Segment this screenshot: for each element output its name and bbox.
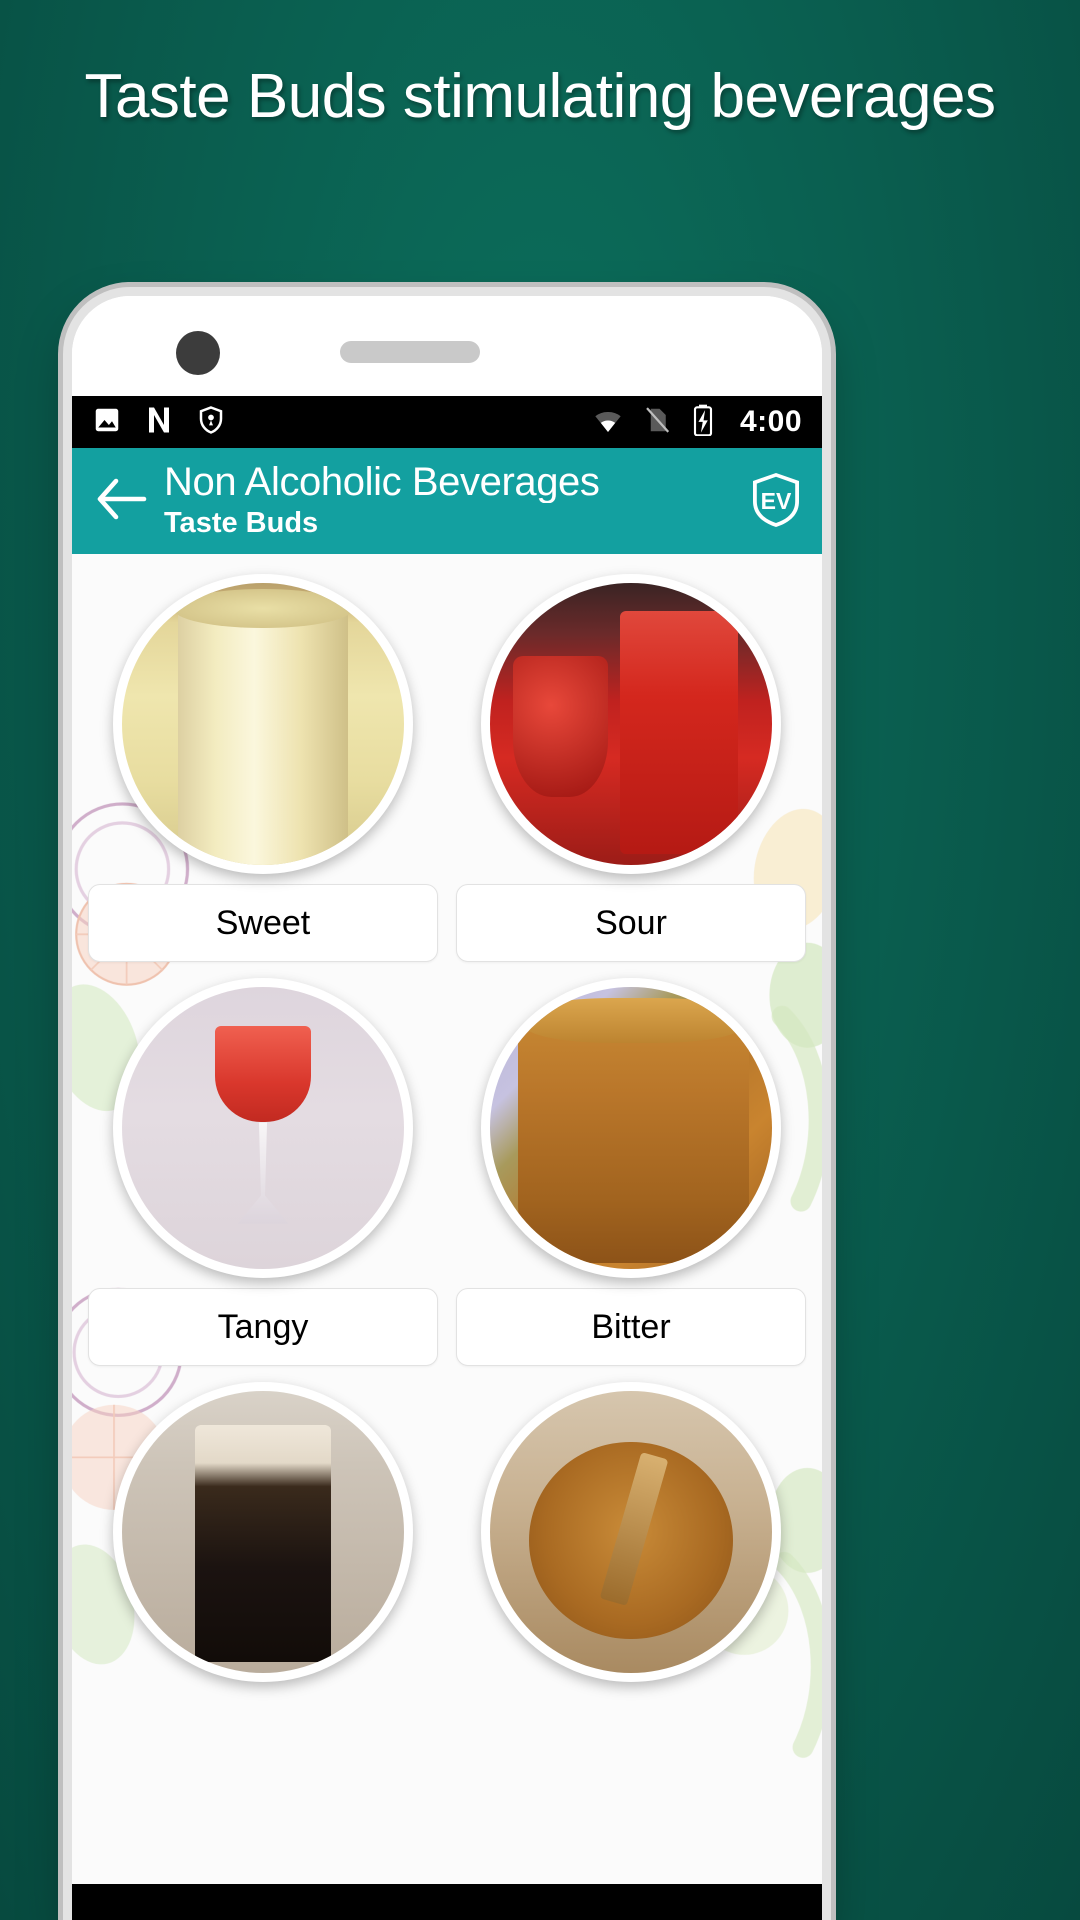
category-label-card[interactable]: Bitter (456, 1288, 806, 1366)
svg-text:EV: EV (761, 487, 792, 513)
category-thumbnail[interactable] (481, 574, 781, 874)
status-bar-right-icons: 4:00 (592, 404, 802, 441)
category-label-card[interactable]: Sour (456, 884, 806, 962)
category-label-card[interactable]: Sweet (88, 884, 438, 962)
thumbnail-wrap (456, 972, 806, 1288)
thumbnail-wrap (456, 568, 806, 884)
category-grid: Sweet Sour Tangy Bitter (72, 554, 822, 1692)
battery-charging-icon (690, 404, 716, 441)
bitter-drink-image (490, 987, 772, 1269)
dark-drink-image (122, 1391, 404, 1673)
status-bar: 4:00 (72, 396, 822, 448)
category-item-bitter[interactable]: Bitter (456, 972, 806, 1366)
app-bar: Non Alcoholic Beverages Taste Buds EV (72, 448, 822, 554)
thumbnail-wrap (88, 1376, 438, 1692)
sour-drink-image (490, 583, 772, 865)
category-item-row3-left[interactable] (88, 1376, 438, 1692)
category-thumbnail[interactable] (481, 978, 781, 1278)
category-item-tangy[interactable]: Tangy (88, 972, 438, 1366)
thumbnail-wrap (88, 972, 438, 1288)
category-item-sweet[interactable]: Sweet (88, 568, 438, 962)
thumbnail-wrap (88, 568, 438, 884)
status-bar-left-icons (92, 405, 226, 440)
category-label-card[interactable]: Tangy (88, 1288, 438, 1366)
navigation-bar (72, 1884, 822, 1920)
category-thumbnail[interactable] (113, 1382, 413, 1682)
app-bar-titles: Non Alcoholic Beverages Taste Buds (164, 461, 740, 541)
category-thumbnail[interactable] (113, 978, 413, 1278)
netflix-n-icon (144, 405, 174, 440)
status-bar-clock: 4:00 (739, 405, 802, 438)
category-label: Bitter (591, 1307, 671, 1346)
phone-bezel-top (72, 296, 822, 396)
shield-location-icon (196, 405, 226, 440)
tangy-drink-image (122, 987, 404, 1269)
category-label: Tangy (217, 1307, 309, 1346)
back-arrow-icon[interactable] (94, 477, 150, 526)
category-item-sour[interactable]: Sour (456, 568, 806, 962)
category-label: Sour (595, 903, 667, 942)
ev-shield-logo[interactable]: EV (748, 470, 804, 533)
page-title: Non Alcoholic Beverages (164, 460, 600, 503)
no-sim-icon (642, 405, 672, 440)
page-subtitle: Taste Buds (164, 506, 319, 539)
wifi-icon (592, 404, 624, 441)
category-thumbnail[interactable] (481, 1382, 781, 1682)
category-thumbnail[interactable] (113, 574, 413, 874)
phone-mockup: 4:00 Non Alcoholic Beverages Taste Buds … (72, 296, 822, 1920)
earpiece-speaker (340, 341, 480, 363)
thumbnail-wrap (456, 1376, 806, 1692)
image-icon (92, 405, 122, 440)
amber-drink-image (490, 1391, 772, 1673)
sweet-drink-image (122, 583, 404, 865)
category-list[interactable]: Sweet Sour Tangy Bitter (72, 554, 822, 1920)
category-label: Sweet (215, 903, 311, 942)
front-camera-icon (176, 331, 220, 375)
promo-headline: Taste Buds stimulating beverages (84, 62, 996, 131)
category-item-row3-right[interactable] (456, 1376, 806, 1692)
